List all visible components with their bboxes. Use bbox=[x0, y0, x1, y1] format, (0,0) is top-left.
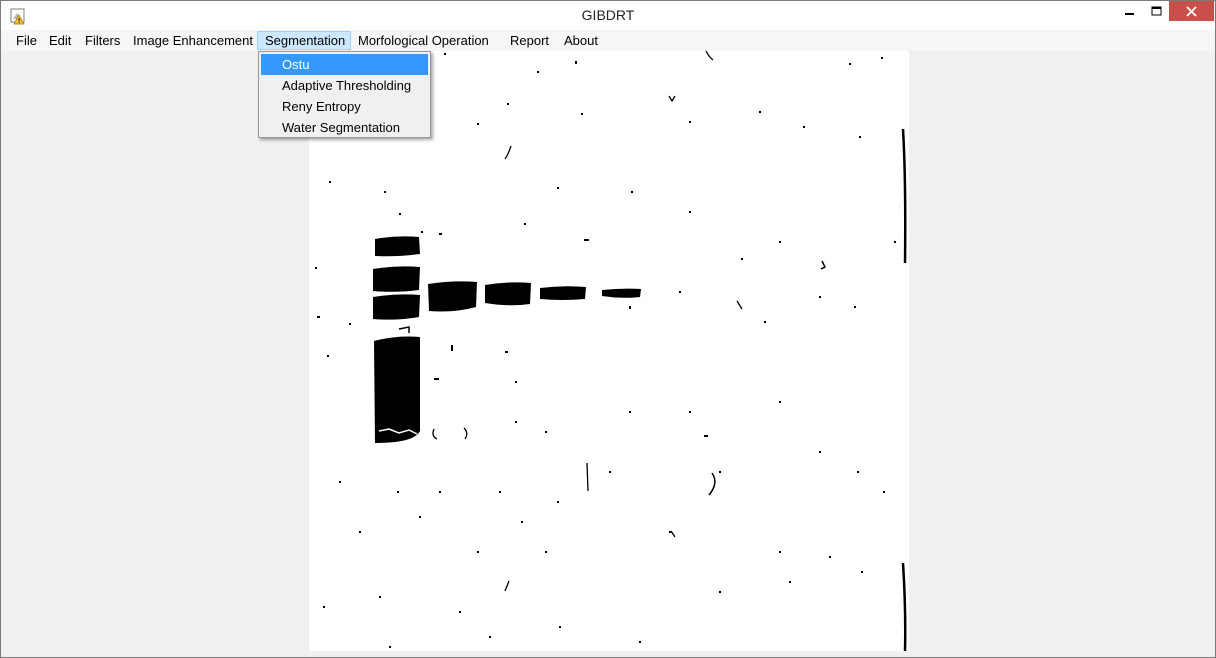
segmented-image bbox=[315, 51, 907, 651]
menu-filters[interactable]: Filters bbox=[78, 31, 127, 50]
menu-bar: File Edit Filters Image Enhancement Segm… bbox=[1, 30, 1215, 51]
minimize-icon bbox=[1125, 13, 1134, 15]
segmentation-dropdown-menu: Ostu Adaptive Thresholding Reny Entropy … bbox=[258, 51, 431, 138]
menu-about[interactable]: About bbox=[557, 31, 605, 50]
close-icon bbox=[1186, 5, 1197, 17]
menu-morfological-operation[interactable]: Morfological Operation bbox=[351, 31, 496, 50]
menu-report[interactable]: Report bbox=[503, 31, 556, 50]
menu-option-water-segmentation[interactable]: Water Segmentation bbox=[261, 117, 428, 138]
maximize-button[interactable] bbox=[1143, 1, 1169, 21]
menu-image-enhancement[interactable]: Image Enhancement bbox=[126, 31, 260, 50]
menu-option-adaptive-thresholding[interactable]: Adaptive Thresholding bbox=[261, 75, 428, 96]
maximize-icon bbox=[1151, 6, 1161, 16]
close-button[interactable] bbox=[1169, 1, 1214, 21]
menu-option-reny-entropy[interactable]: Reny Entropy bbox=[261, 96, 428, 117]
menu-edit[interactable]: Edit bbox=[42, 31, 78, 50]
menu-option-ostu[interactable]: Ostu bbox=[261, 54, 428, 75]
minimize-button[interactable] bbox=[1117, 1, 1143, 21]
menu-file[interactable]: File bbox=[9, 31, 44, 50]
segmented-image-view[interactable] bbox=[309, 51, 909, 651]
title-bar[interactable]: GIBDRT bbox=[1, 1, 1215, 30]
menu-segmentation[interactable]: Segmentation bbox=[257, 31, 351, 50]
main-client-area bbox=[1, 51, 1215, 657]
window-title: GIBDRT bbox=[581, 7, 635, 23]
app-window: GIBDRT File Edit Filters Image Enhanceme… bbox=[0, 0, 1216, 658]
